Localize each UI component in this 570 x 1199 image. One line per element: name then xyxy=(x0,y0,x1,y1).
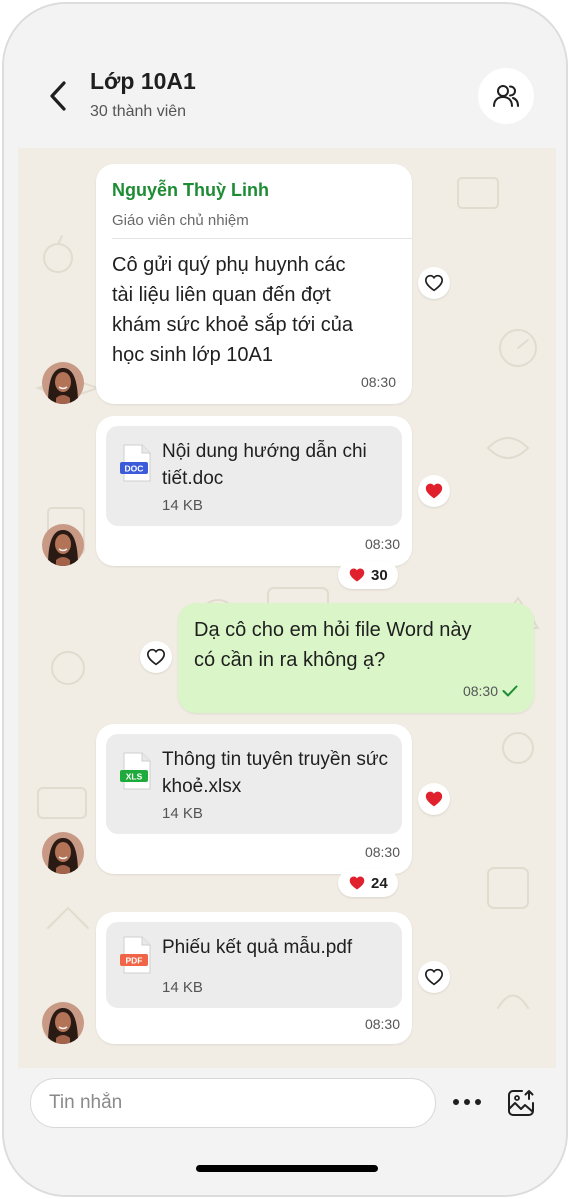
message-time: 08:30 xyxy=(364,1016,400,1032)
users-icon xyxy=(493,85,519,107)
check-icon xyxy=(502,685,518,697)
heart-outline-icon xyxy=(146,648,166,666)
file-attachment[interactable]: DOC Nội dung hướng dẫn chi tiết.doc 14 K… xyxy=(106,426,402,526)
like-button[interactable] xyxy=(418,475,450,507)
chevron-left-icon xyxy=(50,81,66,111)
message-line: có cần in ra không ạ? xyxy=(194,649,386,671)
message-line: khám sức khoẻ sắp tới của xyxy=(112,314,354,336)
heart-filled-icon xyxy=(425,483,443,499)
file-message-bubble[interactable]: DOC Nội dung hướng dẫn chi tiết.doc 14 K… xyxy=(96,416,412,566)
file-size: 14 KB xyxy=(162,805,203,822)
more-dots-icon xyxy=(453,1099,481,1105)
message-line: tài liệu liên quan đến đợt xyxy=(112,284,331,306)
avatar[interactable] xyxy=(42,362,84,404)
message-time: 08:30 xyxy=(463,683,518,699)
avatar[interactable] xyxy=(42,524,84,566)
doc-file-icon: DOC xyxy=(120,444,151,482)
file-name: Nội dung hướng dẫn chi tiết.doc xyxy=(162,441,367,489)
file-size: 14 KB xyxy=(162,979,203,996)
file-message-bubble[interactable]: XLS Thông tin tuyên truyền sức khoẻ.xlsx… xyxy=(96,724,412,874)
more-button[interactable] xyxy=(450,1090,484,1114)
like-button[interactable] xyxy=(418,961,450,993)
sender-name[interactable]: Nguyễn Thuỳ Linh xyxy=(112,180,269,201)
back-button[interactable] xyxy=(40,76,76,116)
message-line: Cô gửi quý phụ huynh các xyxy=(112,254,346,276)
reaction-count: 30 xyxy=(371,566,388,584)
image-send-icon xyxy=(508,1090,534,1116)
xls-file-icon: XLS xyxy=(120,752,151,790)
like-button[interactable] xyxy=(418,267,450,299)
message-time: 08:30 xyxy=(364,844,400,860)
message-time: 08:30 xyxy=(360,374,396,390)
time-label: 08:30 xyxy=(462,683,498,699)
phone-frame: Lớp 10A1 30 thành viên Nguyễn Thuỳ Linh … xyxy=(2,2,568,1197)
like-button[interactable] xyxy=(140,641,172,673)
member-count: 30 thành viên xyxy=(90,103,187,120)
heart-filled-icon xyxy=(349,568,365,582)
sender-role: Giáo viên chủ nhiệm xyxy=(112,212,249,229)
heart-filled-icon xyxy=(349,876,365,890)
send-media-button[interactable] xyxy=(504,1086,538,1120)
reaction-badge[interactable]: 24 xyxy=(338,869,398,897)
avatar[interactable] xyxy=(42,1002,84,1044)
file-type-label: PDF xyxy=(126,956,143,966)
file-name: Thông tin tuyên truyền sức khoẻ.xlsx xyxy=(162,749,389,797)
avatar-image xyxy=(42,1002,84,1044)
heart-filled-icon xyxy=(425,791,443,807)
message-input[interactable] xyxy=(30,1078,436,1128)
like-button[interactable] xyxy=(418,783,450,815)
chat-area[interactable]: Nguyễn Thuỳ Linh Giáo viên chủ nhiệm Cô … xyxy=(18,148,556,1068)
file-attachment[interactable]: PDF Phiếu kết quả mẫu.pdf 14 KB xyxy=(106,922,402,1008)
heart-outline-icon xyxy=(424,274,444,292)
file-attachment[interactable]: XLS Thông tin tuyên truyền sức khoẻ.xlsx… xyxy=(106,734,402,834)
avatar[interactable] xyxy=(42,832,84,874)
message-bubble[interactable]: Nguyễn Thuỳ Linh Giáo viên chủ nhiệm Cô … xyxy=(96,164,412,404)
message-text: Dạ cô cho em hỏi file Word này có cần in… xyxy=(194,615,524,675)
file-size: 14 KB xyxy=(162,497,203,514)
avatar-image xyxy=(42,524,84,566)
chat-title: Lớp 10A1 xyxy=(90,68,196,94)
message-line: học sinh lớp 10A1 xyxy=(112,344,273,366)
divider xyxy=(112,238,412,239)
file-type-label: XLS xyxy=(126,772,143,782)
file-message-bubble[interactable]: PDF Phiếu kết quả mẫu.pdf 14 KB 08:30 xyxy=(96,912,412,1044)
message-time: 08:30 xyxy=(364,536,400,552)
avatar-image xyxy=(42,832,84,874)
file-name: Phiếu kết quả mẫu.pdf xyxy=(162,937,353,958)
pdf-file-icon: PDF xyxy=(120,936,151,974)
reaction-badge[interactable]: 30 xyxy=(338,561,398,589)
home-indicator[interactable] xyxy=(196,1165,378,1172)
heart-outline-icon xyxy=(424,968,444,986)
members-button[interactable] xyxy=(478,68,534,124)
avatar-image xyxy=(42,362,84,404)
message-composer xyxy=(4,1068,566,1195)
file-type-label: DOC xyxy=(125,464,144,474)
message-line: Dạ cô cho em hỏi file Word này xyxy=(194,619,472,641)
message-text: Cô gửi quý phụ huynh các tài liệu liên q… xyxy=(112,250,402,370)
my-message-bubble[interactable]: Dạ cô cho em hỏi file Word này có cần in… xyxy=(178,603,534,713)
reaction-count: 24 xyxy=(371,874,388,892)
chat-header: Lớp 10A1 30 thành viên xyxy=(4,4,566,148)
